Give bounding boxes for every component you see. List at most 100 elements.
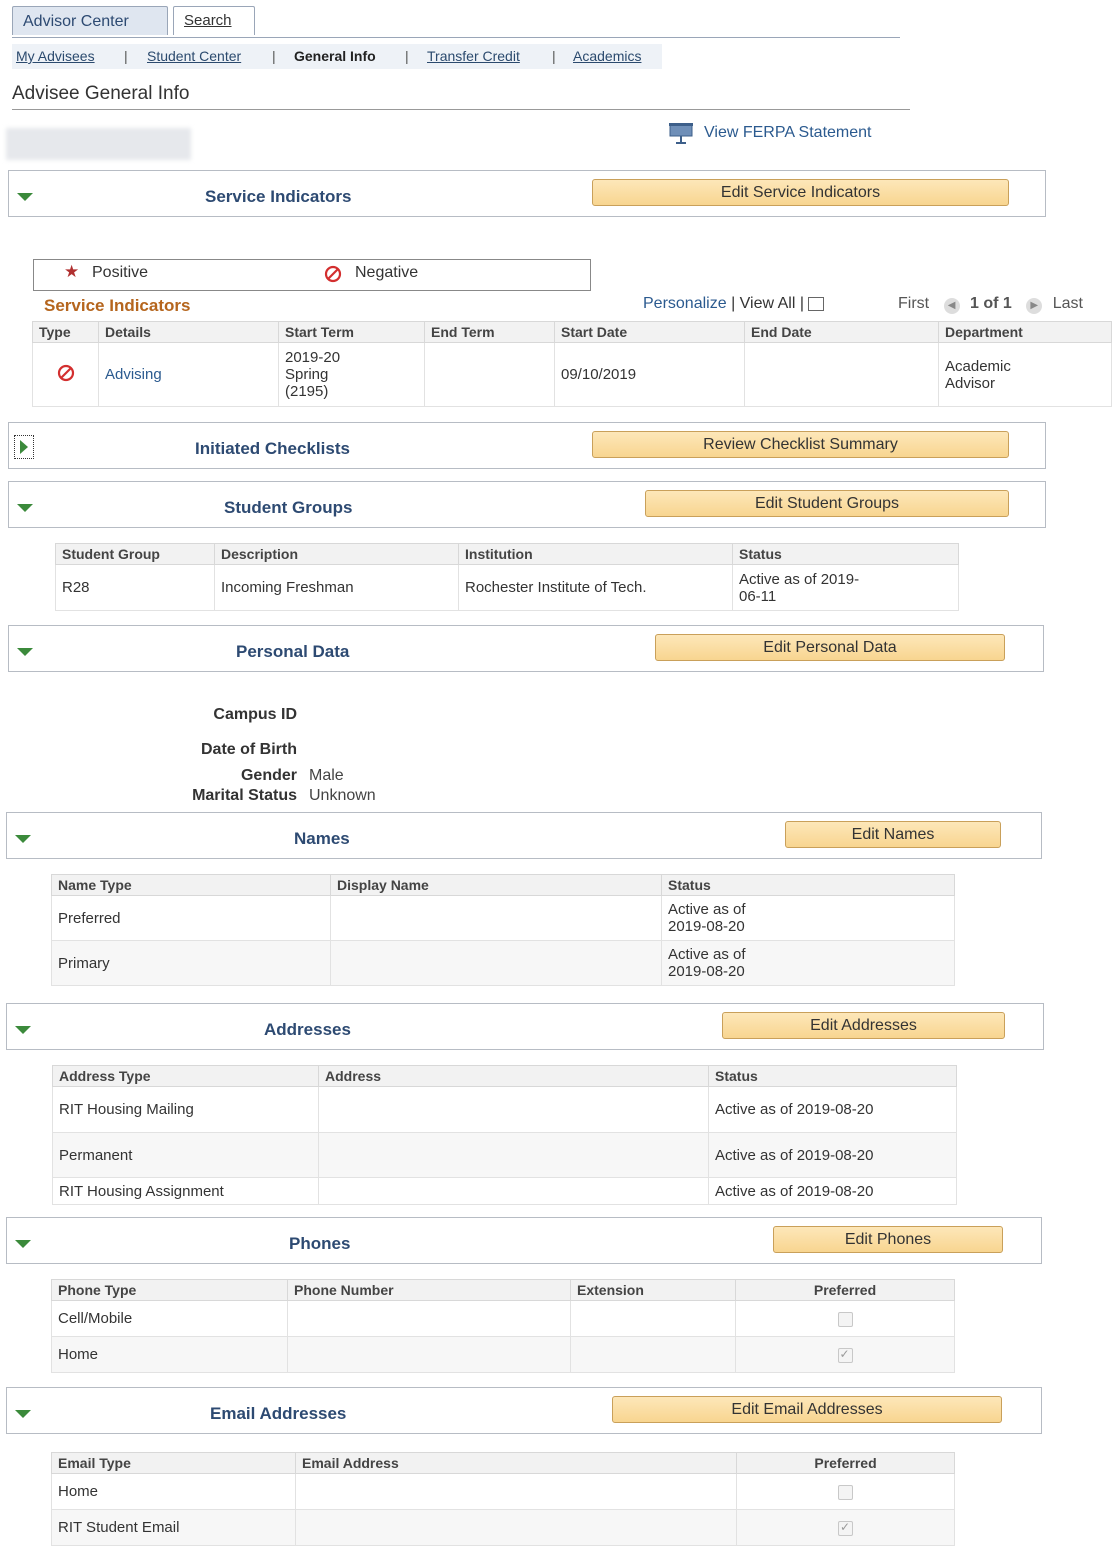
nav-academics[interactable]: Academics — [573, 44, 641, 69]
edit-names-button[interactable]: Edit Names — [785, 821, 1001, 848]
column-header: Display Name — [330, 874, 662, 896]
column-header: Address Type — [52, 1065, 319, 1087]
marital-status-label: Marital Status — [192, 787, 297, 804]
next-icon[interactable]: ▶ — [1026, 298, 1043, 314]
nav-general-info[interactable]: General Info — [294, 44, 376, 69]
section-addresses: Addresses Edit Addresses — [6, 1003, 1044, 1050]
edit-email-addresses-button[interactable]: Edit Email Addresses — [612, 1396, 1002, 1423]
address-type: RIT Housing Assignment — [52, 1177, 319, 1205]
nav-separator: | — [552, 48, 556, 64]
tab-divider — [12, 37, 900, 38]
column-header: Department — [938, 321, 1112, 343]
preferred-checkbox — [838, 1484, 853, 1500]
collapse-icon[interactable] — [17, 648, 33, 656]
edit-student-groups-button[interactable]: Edit Student Groups — [645, 490, 1009, 517]
page-title: Advisee General Info — [12, 83, 190, 104]
column-header: Phone Type — [51, 1279, 288, 1301]
column-header: Institution — [458, 543, 733, 565]
table-header: Name Type Display Name Status — [51, 874, 955, 896]
department: Academic Advisor — [938, 342, 1112, 407]
end-term — [424, 342, 555, 407]
gender-label: Gender — [240, 767, 297, 784]
group-code: R28 — [55, 564, 215, 611]
negative-icon — [32, 342, 99, 407]
nav-student-center[interactable]: Student Center — [147, 44, 241, 69]
collapse-icon[interactable] — [15, 835, 31, 843]
expand-icon[interactable] — [14, 435, 34, 459]
table-header: Phone Type Phone Number Extension Prefer… — [51, 1279, 955, 1301]
nav-my-advisees[interactable]: My Advisees — [16, 44, 95, 69]
review-checklist-summary-button[interactable]: Review Checklist Summary — [592, 431, 1009, 458]
last-link[interactable]: Last — [1053, 295, 1083, 312]
group-description: Incoming Freshman — [214, 564, 459, 611]
gender-value: Male — [309, 767, 344, 784]
edit-service-indicators-button[interactable]: Edit Service Indicators — [592, 179, 1009, 206]
column-header: End Term — [424, 321, 555, 343]
section-title: Service Indicators — [205, 187, 352, 206]
email-type: Home — [51, 1473, 296, 1510]
start-date: 09/10/2019 — [554, 342, 745, 407]
column-header: Type — [32, 321, 99, 343]
tab-advisor-center[interactable]: Advisor Center — [12, 6, 168, 35]
name-status: Active as of 2019-08-20 — [661, 940, 955, 986]
email-address — [295, 1473, 737, 1510]
section-names: Names Edit Names — [6, 812, 1042, 859]
section-title: Addresses — [264, 1020, 351, 1039]
details-link[interactable]: Advising — [98, 342, 279, 407]
column-header: Status — [661, 874, 955, 896]
collapse-icon[interactable] — [15, 1240, 31, 1248]
phone-type: Home — [51, 1336, 288, 1373]
view-all-link[interactable]: View All — [740, 295, 796, 312]
campus-id-label: Campus ID — [213, 706, 297, 723]
edit-phones-button[interactable]: Edit Phones — [773, 1226, 1003, 1253]
column-header: Status — [708, 1065, 957, 1087]
table-row: RIT Housing Assignment Active as of 2019… — [52, 1177, 957, 1205]
collapse-icon[interactable] — [17, 504, 33, 512]
section-title: Student Groups — [224, 498, 353, 517]
edit-personal-data-button[interactable]: Edit Personal Data — [655, 634, 1005, 661]
collapse-icon[interactable] — [15, 1410, 31, 1418]
section-title: Names — [294, 829, 350, 848]
collapse-icon[interactable] — [17, 193, 33, 201]
prev-icon[interactable]: ◀ — [943, 298, 960, 314]
group-status: Active as of 2019- 06-11 — [732, 564, 959, 611]
page-count: 1 of 1 — [970, 295, 1012, 312]
name-status: Active as of 2019-08-20 — [661, 895, 955, 941]
personalize-link[interactable]: Personalize — [643, 295, 727, 312]
nav-separator: | — [731, 295, 736, 312]
email-type: RIT Student Email — [51, 1509, 296, 1546]
nav-transfer-credit[interactable]: Transfer Credit — [427, 44, 520, 69]
marital-status-value: Unknown — [309, 787, 376, 804]
presentation-icon — [669, 123, 693, 144]
ferpa-link-label: View FERPA Statement — [704, 124, 872, 142]
nav-separator: | — [124, 48, 128, 64]
phones-table: Phone Type Phone Number Extension Prefer… — [51, 1279, 955, 1373]
ferpa-link[interactable]: View FERPA Statement — [668, 122, 871, 144]
section-title: Email Addresses — [210, 1404, 347, 1423]
column-header: Preferred — [735, 1279, 955, 1301]
preferred-checkbox — [837, 1311, 853, 1327]
table-row: Primary Active as of 2019-08-20 — [51, 940, 955, 986]
address-status: Active as of 2019-08-20 — [708, 1086, 957, 1133]
service-indicator-legend: ★ Positive Negative — [33, 259, 591, 291]
tab-search[interactable]: Search — [173, 6, 255, 35]
column-header: Address — [318, 1065, 709, 1087]
section-initiated-checklists: Initiated Checklists Review Checklist Su… — [8, 422, 1046, 469]
nav-separator: | — [799, 295, 805, 312]
table-row: RIT Housing Mailing Active as of 2019-08… — [52, 1086, 957, 1133]
section-title: Initiated Checklists — [195, 439, 350, 458]
names-table: Name Type Display Name Status Preferred … — [51, 874, 955, 986]
section-service-indicators: Service Indicators Edit Service Indicato… — [8, 170, 1046, 217]
column-header: Phone Number — [287, 1279, 571, 1301]
address-status: Active as of 2019-08-20 — [708, 1177, 957, 1205]
student-groups-table: Student Group Description Institution St… — [55, 543, 959, 611]
emails-table: Email Type Email Address Preferred Home … — [51, 1452, 955, 1546]
new-window-icon[interactable] — [808, 296, 825, 311]
column-header: Email Type — [51, 1452, 296, 1474]
edit-addresses-button[interactable]: Edit Addresses — [722, 1012, 1005, 1039]
address-type: Permanent — [52, 1132, 319, 1178]
collapse-icon[interactable] — [15, 1026, 31, 1034]
name-type: Primary — [51, 940, 331, 986]
dob-label: Date of Birth — [201, 741, 297, 758]
first-link[interactable]: First — [898, 295, 929, 312]
